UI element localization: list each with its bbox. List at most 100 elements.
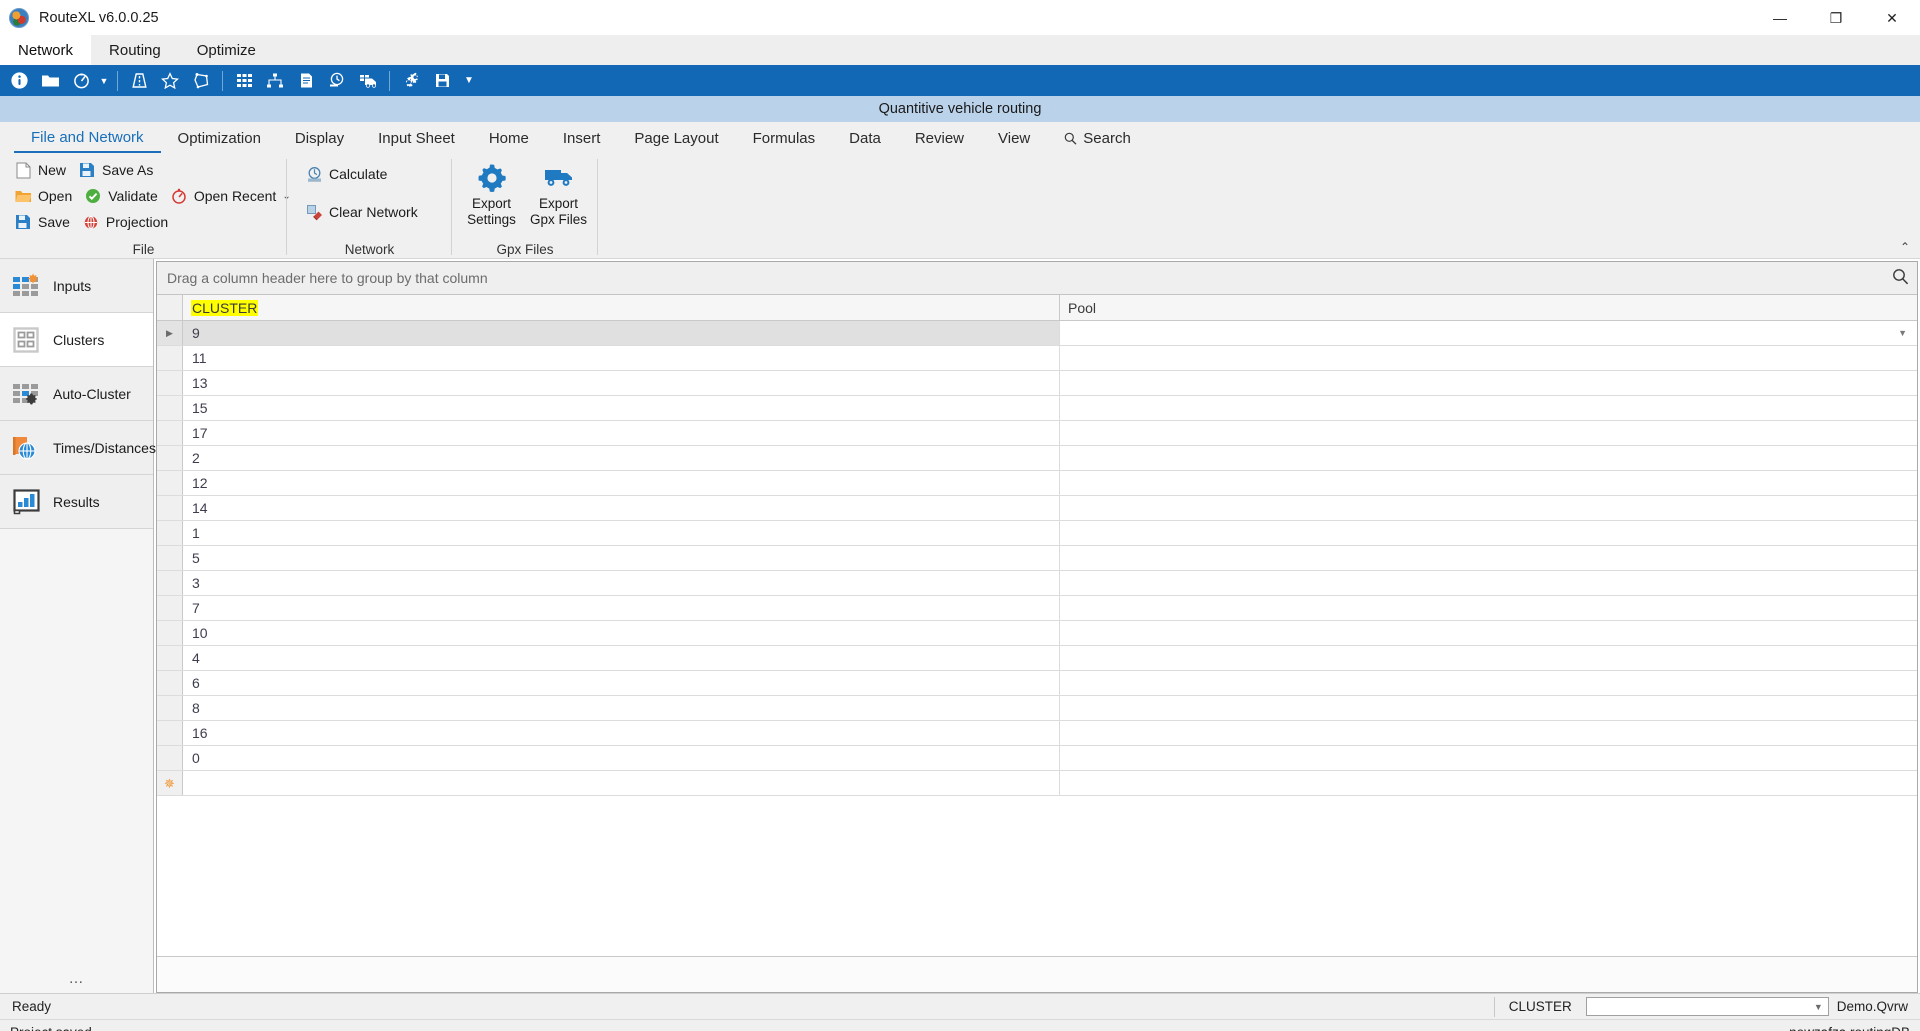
close-icon[interactable]: ✕ [1864,0,1920,35]
tab-insert[interactable]: Insert [546,124,618,153]
table-row[interactable]: 11 [157,346,1917,371]
tab-review[interactable]: Review [898,124,981,153]
cell-pool[interactable] [1060,421,1917,445]
cell-pool[interactable] [1060,446,1917,470]
polygon-icon[interactable] [186,67,216,94]
cell-cluster[interactable]: 10 [183,621,1060,645]
table-row[interactable]: 2 [157,446,1917,471]
cell-cluster[interactable]: 13 [183,371,1060,395]
tab-optimization[interactable]: Optimization [161,124,278,153]
cell-pool[interactable] [1060,696,1917,720]
table-row[interactable]: 13 [157,371,1917,396]
tab-data[interactable]: Data [832,124,898,153]
save-as-button[interactable]: Save As [74,159,161,181]
folder-open-icon[interactable] [35,67,65,94]
truck-load-icon[interactable] [353,67,383,94]
table-row[interactable]: 0 [157,746,1917,771]
cell-pool[interactable] [1060,496,1917,520]
cell-cluster[interactable]: 4 [183,646,1060,670]
table-row[interactable]: 1 [157,521,1917,546]
cell-pool[interactable] [1060,571,1917,595]
document-icon[interactable] [291,67,321,94]
sidebar-item-clusters[interactable]: Clusters [0,313,153,367]
export-gpx-files-button[interactable]: Export Gpx Files [529,156,588,227]
sidebar-item-auto-cluster[interactable]: Auto-Cluster [0,367,153,421]
table-row[interactable]: 17 [157,421,1917,446]
cell-cluster[interactable]: 9 [183,321,1060,345]
cell-cluster[interactable]: 16 [183,721,1060,745]
chevron-down-icon[interactable]: ▼ [97,67,111,94]
table-row[interactable]: 8 [157,696,1917,721]
cell-cluster[interactable]: 15 [183,396,1060,420]
tab-input-sheet[interactable]: Input Sheet [361,124,472,153]
new-button[interactable]: New [10,159,74,181]
open-recent-button[interactable]: Open Recent ⌄ [166,185,299,207]
restore-icon[interactable]: ❐ [1808,0,1864,35]
ribbon-search[interactable]: Search [1047,124,1148,153]
sidebar-item-inputs[interactable]: Inputs [0,259,153,313]
toolbar-overflow-icon[interactable]: ▼ [458,67,480,94]
tab-file-and-network[interactable]: File and Network [14,124,161,153]
save-disk-icon[interactable] [427,67,457,94]
cell-pool[interactable] [1060,621,1917,645]
table-row[interactable]: ▶ 9 ▼ [157,321,1917,346]
menu-item-routing[interactable]: Routing [91,35,179,65]
cell-pool[interactable] [1060,721,1917,745]
tab-view[interactable]: View [981,124,1047,153]
menu-item-optimize[interactable]: Optimize [179,35,274,65]
cell-pool[interactable] [1060,596,1917,620]
clock-truck-icon[interactable] [322,67,352,94]
tab-home[interactable]: Home [472,124,546,153]
table-row[interactable]: 5 [157,546,1917,571]
cell-pool[interactable] [1060,671,1917,695]
cell-cluster[interactable]: 5 [183,546,1060,570]
row-expand-arrow-icon[interactable]: ▶ [157,321,183,345]
cell-cluster[interactable]: 3 [183,571,1060,595]
cell-cluster[interactable]: 8 [183,696,1060,720]
menu-item-network[interactable]: Network [0,35,92,65]
column-header-pool[interactable]: Pool [1060,295,1917,320]
network-nodes-icon[interactable] [260,67,290,94]
search-icon[interactable] [1892,268,1909,288]
chevron-down-icon[interactable]: ▼ [1814,1002,1823,1012]
star-icon[interactable] [155,67,185,94]
cell-pool[interactable] [1060,396,1917,420]
tab-page-layout[interactable]: Page Layout [617,124,735,153]
cell-pool[interactable] [1060,521,1917,545]
cell-pool[interactable] [1060,471,1917,495]
tab-formulas[interactable]: Formulas [736,124,833,153]
cell-cluster[interactable]: 7 [183,596,1060,620]
matrix-grid-icon[interactable] [229,67,259,94]
sidebar-overflow-indicator[interactable]: … [0,970,153,987]
cell-pool[interactable] [1060,371,1917,395]
collapse-ribbon-icon[interactable]: ⌃ [1900,240,1910,254]
cell-pool[interactable] [1060,346,1917,370]
cell-cluster[interactable]: 11 [183,346,1060,370]
cell-cluster[interactable]: 6 [183,671,1060,695]
clear-network-button[interactable]: Clear Network [301,201,426,223]
table-row[interactable]: 3 [157,571,1917,596]
cell-cluster[interactable]: 12 [183,471,1060,495]
cell-cluster[interactable]: 17 [183,421,1060,445]
chevron-down-icon[interactable]: ▼ [1898,328,1907,338]
table-row[interactable]: 15 [157,396,1917,421]
tab-display[interactable]: Display [278,124,361,153]
compass-icon[interactable] [66,67,96,94]
cell-pool-new[interactable] [1060,771,1917,795]
cell-cluster[interactable]: 14 [183,496,1060,520]
validate-button[interactable]: Validate [80,185,166,207]
cell-cluster[interactable]: 2 [183,446,1060,470]
group-by-panel[interactable]: Drag a column header here to group by th… [157,262,1917,295]
new-row[interactable]: ✵ [157,771,1917,796]
column-header-cluster[interactable]: CLUSTER [183,295,1060,320]
calculate-button[interactable]: Calculate [301,163,426,185]
table-row[interactable]: 10 [157,621,1917,646]
cell-cluster[interactable]: 1 [183,521,1060,545]
projection-button[interactable]: Projection [78,211,176,233]
table-row[interactable]: 6 [157,671,1917,696]
save-button[interactable]: Save [10,211,78,233]
settings-gears-icon[interactable] [396,67,426,94]
table-row[interactable]: 4 [157,646,1917,671]
open-button[interactable]: Open [10,185,80,207]
cell-cluster-new[interactable] [183,771,1060,795]
